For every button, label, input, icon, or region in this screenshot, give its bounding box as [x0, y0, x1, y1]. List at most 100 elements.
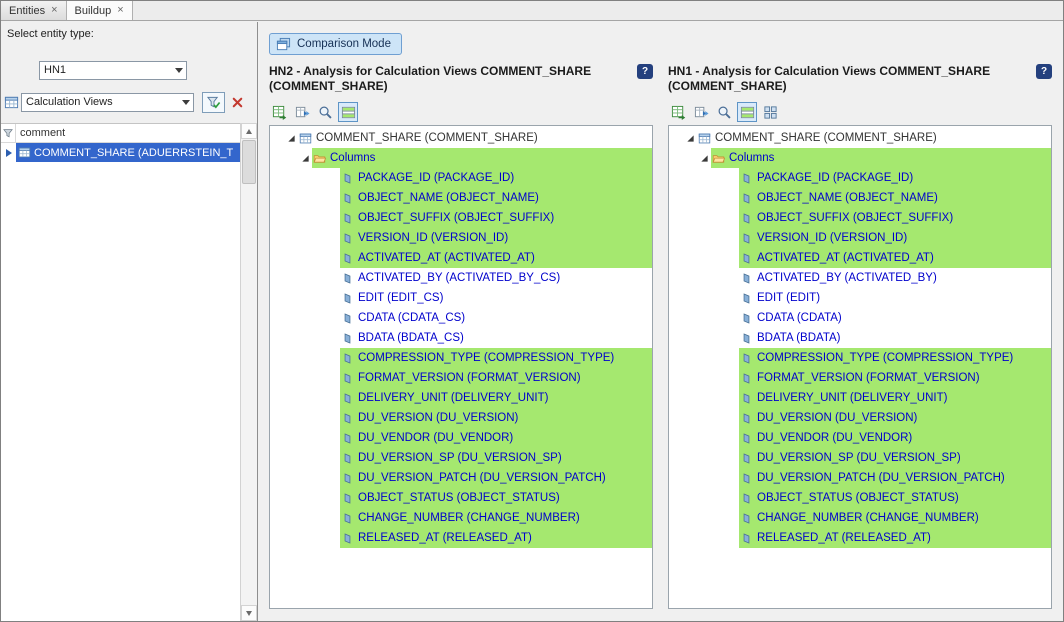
- tree-column-row[interactable]: DU_VERSION_PATCH (DU_VERSION_PATCH): [270, 468, 652, 488]
- tree-row-highlight: DU_VENDOR (DU_VENDOR): [739, 428, 1051, 448]
- tree-row-highlight: DU_VERSION (DU_VERSION): [739, 408, 1051, 428]
- tree-column-row[interactable]: ACTIVATED_BY (ACTIVATED_BY_CS): [270, 268, 652, 288]
- tree-row-label: EDIT (EDIT_CS): [358, 292, 443, 304]
- tree-column-row[interactable]: PACKAGE_ID (PACKAGE_ID): [669, 168, 1051, 188]
- filter-row-cell[interactable]: [1, 124, 16, 142]
- tree-column-row[interactable]: ACTIVATED_BY (ACTIVATED_BY): [669, 268, 1051, 288]
- layout-grid-button[interactable]: [760, 102, 780, 122]
- tree-column-row[interactable]: DU_VERSION (DU_VERSION): [669, 408, 1051, 428]
- export-table-button[interactable]: [691, 102, 711, 122]
- tree-row-label: OBJECT_NAME (OBJECT_NAME): [757, 192, 938, 204]
- tree-column-row[interactable]: PACKAGE_ID (PACKAGE_ID): [270, 168, 652, 188]
- tree-root-row[interactable]: COMMENT_SHARE (COMMENT_SHARE): [270, 128, 652, 148]
- export-table-button[interactable]: [292, 102, 312, 122]
- tree-column-row[interactable]: DU_VERSION_SP (DU_VERSION_SP): [270, 448, 652, 468]
- help-icon[interactable]: ?: [637, 64, 653, 79]
- tree-column-row[interactable]: VERSION_ID (VERSION_ID): [270, 228, 652, 248]
- tree-folder-row[interactable]: Columns: [270, 148, 652, 168]
- apply-filter-button[interactable]: [202, 92, 225, 113]
- entity-table-header[interactable]: comment: [1, 124, 240, 143]
- tree-column-row[interactable]: ACTIVATED_AT (ACTIVATED_AT): [270, 248, 652, 268]
- tree-row-highlight: OBJECT_SUFFIX (OBJECT_SUFFIX): [739, 208, 1051, 228]
- tree-column-row[interactable]: BDATA (BDATA): [669, 328, 1051, 348]
- analysis-tree: COMMENT_SHARE (COMMENT_SHARE)ColumnsPACK…: [269, 125, 653, 609]
- tree-column-row[interactable]: DU_VERSION_SP (DU_VERSION_SP): [669, 448, 1051, 468]
- highlight-differences-button[interactable]: [737, 102, 757, 122]
- tree-row-label: Columns: [729, 152, 774, 164]
- zoom-button[interactable]: [315, 102, 335, 122]
- clear-filter-button[interactable]: [229, 94, 246, 111]
- chevron-down-icon[interactable]: [178, 94, 193, 111]
- expand-toggle-icon[interactable]: [698, 154, 711, 163]
- close-icon[interactable]: ×: [51, 5, 57, 16]
- tree-row-label: OBJECT_STATUS (OBJECT_STATUS): [358, 492, 560, 504]
- tree-column-row[interactable]: OBJECT_NAME (OBJECT_NAME): [270, 188, 652, 208]
- tree-column-row[interactable]: VERSION_ID (VERSION_ID): [669, 228, 1051, 248]
- tree-column-row[interactable]: OBJECT_STATUS (OBJECT_STATUS): [669, 488, 1051, 508]
- tree-root-row[interactable]: COMMENT_SHARE (COMMENT_SHARE): [669, 128, 1051, 148]
- tree-column-row[interactable]: DU_VENDOR (DU_VENDOR): [669, 428, 1051, 448]
- column-icon: [341, 532, 354, 545]
- tree-row-label: OBJECT_NAME (OBJECT_NAME): [358, 192, 539, 204]
- tree-column-row[interactable]: RELEASED_AT (RELEASED_AT): [270, 528, 652, 548]
- help-icon[interactable]: ?: [1036, 64, 1052, 79]
- tree-row-highlight: FORMAT_VERSION (FORMAT_VERSION): [739, 368, 1051, 388]
- tree-column-row[interactable]: ACTIVATED_AT (ACTIVATED_AT): [669, 248, 1051, 268]
- tree-folder-row[interactable]: Columns: [669, 148, 1051, 168]
- tree-row-label: DU_VENDOR (DU_VENDOR): [757, 432, 912, 444]
- tree-column-row[interactable]: EDIT (EDIT): [669, 288, 1051, 308]
- tree-column-row[interactable]: EDIT (EDIT_CS): [270, 288, 652, 308]
- scroll-down-button[interactable]: [241, 605, 257, 621]
- tree-column-row[interactable]: BDATA (BDATA_CS): [270, 328, 652, 348]
- column-header-comment[interactable]: comment: [16, 124, 240, 142]
- tab-buildup[interactable]: Buildup ×: [67, 1, 133, 20]
- view-type-select[interactable]: Calculation Views: [21, 93, 194, 112]
- comparison-mode-button[interactable]: Comparison Mode: [269, 33, 402, 55]
- tree-column-row[interactable]: OBJECT_SUFFIX (OBJECT_SUFFIX): [270, 208, 652, 228]
- tree-row-highlight: DELIVERY_UNIT (DELIVERY_UNIT): [739, 388, 1051, 408]
- tree-column-row[interactable]: OBJECT_NAME (OBJECT_NAME): [669, 188, 1051, 208]
- chevron-down-icon[interactable]: [171, 62, 186, 79]
- tab-buildup-label: Buildup: [75, 5, 112, 17]
- table-row[interactable]: COMMENT_SHARE (ADUERRSTEIN_T: [1, 143, 240, 162]
- tree-column-row[interactable]: DU_VENDOR (DU_VENDOR): [270, 428, 652, 448]
- tree-column-row[interactable]: OBJECT_SUFFIX (OBJECT_SUFFIX): [669, 208, 1051, 228]
- tree-column-row[interactable]: CDATA (CDATA): [669, 308, 1051, 328]
- tree-column-row[interactable]: COMPRESSION_TYPE (COMPRESSION_TYPE): [270, 348, 652, 368]
- close-icon[interactable]: ×: [117, 5, 123, 16]
- tree-column-row[interactable]: DU_VERSION (DU_VERSION): [270, 408, 652, 428]
- column-icon: [740, 252, 753, 265]
- tree-column-row[interactable]: DELIVERY_UNIT (DELIVERY_UNIT): [669, 388, 1051, 408]
- selected-entity-cell[interactable]: COMMENT_SHARE (ADUERRSTEIN_T: [16, 143, 240, 162]
- tab-entities[interactable]: Entities ×: [1, 1, 67, 20]
- tree-column-row[interactable]: OBJECT_STATUS (OBJECT_STATUS): [270, 488, 652, 508]
- scroll-up-button[interactable]: [241, 123, 257, 139]
- tree-column-row[interactable]: COMPRESSION_TYPE (COMPRESSION_TYPE): [669, 348, 1051, 368]
- column-icon: [341, 412, 354, 425]
- export-excel-button[interactable]: [269, 102, 289, 122]
- tree-column-row[interactable]: CHANGE_NUMBER (CHANGE_NUMBER): [270, 508, 652, 528]
- highlight-differences-button[interactable]: [338, 102, 358, 122]
- sidebar-scrollbar[interactable]: [240, 123, 257, 621]
- panel-title: HN1 - Analysis for Calculation Views COM…: [668, 64, 1026, 94]
- tree-row-highlight: DU_VERSION_SP (DU_VERSION_SP): [340, 448, 652, 468]
- expand-toggle-icon[interactable]: [684, 134, 697, 143]
- scrollbar-thumb[interactable]: [242, 140, 256, 184]
- tree-column-row[interactable]: CDATA (CDATA_CS): [270, 308, 652, 328]
- tree-column-row[interactable]: FORMAT_VERSION (FORMAT_VERSION): [270, 368, 652, 388]
- zoom-button[interactable]: [714, 102, 734, 122]
- expand-toggle-icon[interactable]: [299, 154, 312, 163]
- tree-row-highlight: RELEASED_AT (RELEASED_AT): [739, 528, 1051, 548]
- tree-row-label: BDATA (BDATA): [757, 332, 841, 344]
- expand-toggle-icon[interactable]: [285, 134, 298, 143]
- tree-row-label: FORMAT_VERSION (FORMAT_VERSION): [358, 372, 581, 384]
- tree-column-row[interactable]: DU_VERSION_PATCH (DU_VERSION_PATCH): [669, 468, 1051, 488]
- tree-column-row[interactable]: FORMAT_VERSION (FORMAT_VERSION): [669, 368, 1051, 388]
- tree-column-row[interactable]: CHANGE_NUMBER (CHANGE_NUMBER): [669, 508, 1051, 528]
- export-excel-button[interactable]: [668, 102, 688, 122]
- tree-column-row[interactable]: RELEASED_AT (RELEASED_AT): [669, 528, 1051, 548]
- tree-column-row[interactable]: DELIVERY_UNIT (DELIVERY_UNIT): [270, 388, 652, 408]
- tree-row-highlight: Columns: [711, 148, 1051, 168]
- entity-table: comment COMMENT_SHARE (ADUERRSTEIN_T: [1, 123, 240, 621]
- system-select[interactable]: HN1: [39, 61, 187, 80]
